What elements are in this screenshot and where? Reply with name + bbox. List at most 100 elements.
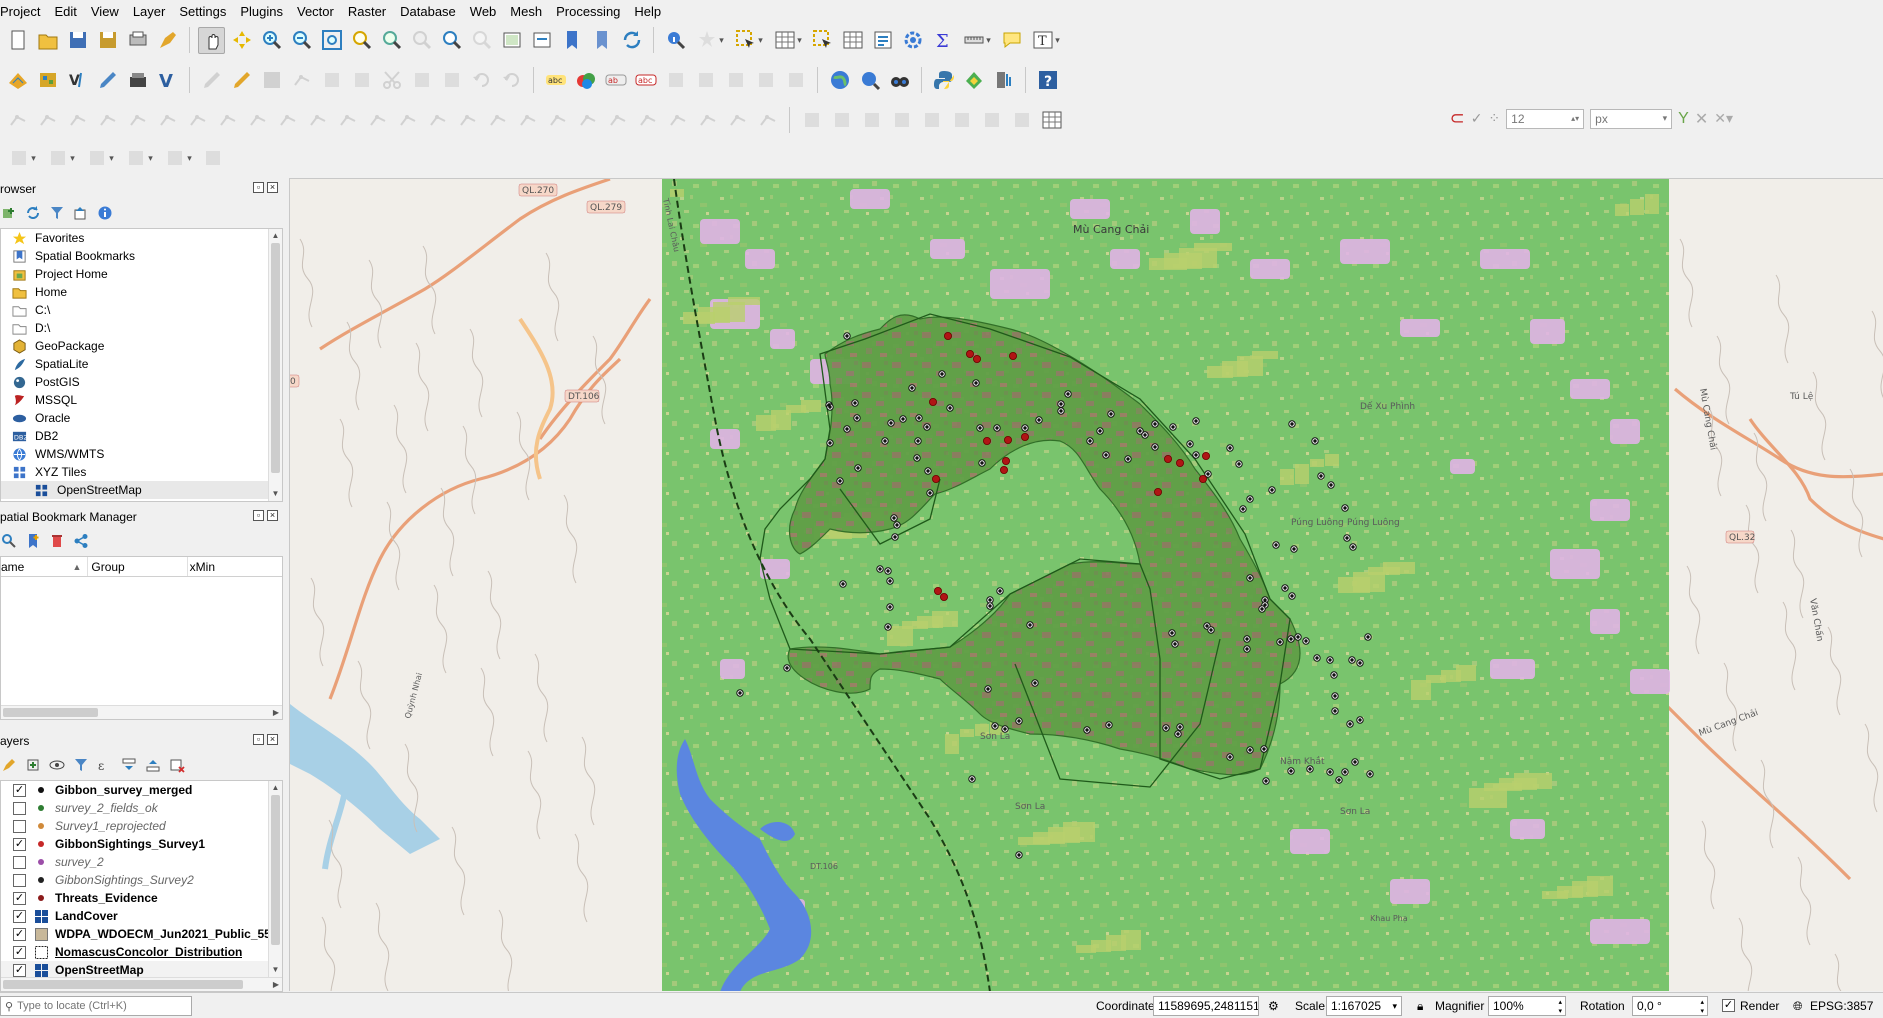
shape-digitize-3-icon[interactable] [888, 107, 915, 134]
edit-tool-1-icon[interactable] [228, 67, 255, 94]
bookmark-h-scrollbar[interactable]: ▶ [1, 705, 282, 719]
layer-item[interactable]: Survey1_reprojected [1, 817, 282, 835]
shape-tool-3-icon[interactable] [121, 145, 157, 172]
layer-item[interactable]: ✓ WDPA_WDOECM_Jun2021_Public_555 [1, 925, 282, 943]
shape-digitize-7-icon[interactable] [1008, 107, 1035, 134]
browser-item[interactable]: Spatial Bookmarks [1, 247, 282, 265]
open-project-icon[interactable] [34, 27, 61, 54]
snap-units-select[interactable]: px ▾ [1590, 108, 1673, 129]
open-attribute-table-icon[interactable] [770, 27, 806, 54]
edit-tool-3-icon[interactable] [288, 67, 315, 94]
refresh-icon[interactable] [24, 205, 41, 222]
magnifier-input[interactable]: 100% ▴ ▾ [1488, 996, 1566, 1016]
zoom-last-icon[interactable] [438, 27, 465, 54]
advanced-digitizing-8-icon[interactable] [244, 107, 271, 134]
pan-to-selection-icon[interactable] [228, 27, 255, 54]
new-map-view-icon[interactable] [498, 27, 525, 54]
advanced-digitizing-21-icon[interactable] [634, 107, 661, 134]
edit-tool-2-icon[interactable] [258, 67, 285, 94]
browser-item[interactable]: GeoPackage [1, 337, 282, 355]
qgis-plugin-icon[interactable] [960, 67, 987, 94]
new-bookmark-icon[interactable] [24, 533, 41, 550]
shape-tool-0-icon[interactable] [4, 145, 40, 172]
zoom-in-icon[interactable] [258, 27, 285, 54]
advanced-digitizing-5-icon[interactable] [154, 107, 181, 134]
scroll-thumb[interactable] [271, 243, 280, 473]
attribute-table-icon[interactable] [839, 27, 866, 54]
shape-tool-4-icon[interactable] [160, 145, 196, 172]
advanced-digitizing-20-icon[interactable] [604, 107, 631, 134]
pin-labels-icon[interactable]: ab [602, 67, 629, 94]
zoom-selection-icon[interactable] [348, 27, 375, 54]
add-delimited-icon[interactable]: V [64, 67, 91, 94]
layer-visibility-checkbox[interactable]: ✓ [13, 963, 26, 977]
layer-visibility-checkbox[interactable]: ✓ [13, 783, 26, 797]
pan-map-icon[interactable] [198, 26, 225, 54]
share-bookmarks-icon[interactable] [72, 533, 89, 550]
collapse-all-icon[interactable] [144, 757, 161, 774]
openlayers-binoculars-icon[interactable] [886, 67, 913, 94]
layer-diagram-icon[interactable] [572, 67, 599, 94]
zoom-to-bookmark-icon[interactable] [0, 533, 17, 550]
layer-item[interactable]: ✓ NomascusConcolor_Distribution [1, 943, 282, 961]
render-checkbox[interactable]: ✓ [1722, 997, 1739, 1012]
scroll-down-arrow[interactable]: ▼ [269, 963, 282, 977]
shape-digitize-1-icon[interactable] [828, 107, 855, 134]
tracing-icon[interactable]: Y [1678, 110, 1689, 128]
edit-tool-5-icon[interactable] [348, 67, 375, 94]
advanced-digitizing-2-icon[interactable] [64, 107, 91, 134]
advanced-digitizing-13-icon[interactable] [394, 107, 421, 134]
browser-item[interactable]: MSSQL [1, 391, 282, 409]
advanced-digitizing-25-icon[interactable] [754, 107, 781, 134]
collapse-all-icon[interactable] [72, 205, 89, 222]
close-panel-button[interactable]: × [267, 182, 278, 193]
advanced-digitizing-24-icon[interactable] [724, 107, 751, 134]
edit-tool-8-icon[interactable] [438, 67, 465, 94]
filter-expression-icon[interactable]: ε [96, 757, 113, 774]
close-panel-button[interactable]: × [267, 510, 278, 521]
advanced-digitizing-17-icon[interactable] [514, 107, 541, 134]
zoom-next-icon[interactable] [468, 27, 495, 54]
browser-item[interactable]: Oracle [1, 409, 282, 427]
advanced-digitizing-23-icon[interactable] [694, 107, 721, 134]
float-panel-button[interactable]: ▫ [253, 510, 264, 521]
zoom-full-icon[interactable] [318, 27, 345, 54]
browser-item[interactable]: D:\ [1, 319, 282, 337]
edit-tool-9-icon[interactable] [468, 67, 495, 94]
browser-item[interactable]: Project Home [1, 265, 282, 283]
scroll-up-arrow[interactable]: ▲ [269, 229, 282, 243]
float-panel-button[interactable]: ▫ [253, 182, 264, 193]
metasearch-icon[interactable] [990, 67, 1017, 94]
openlayers-earth-icon[interactable] [826, 67, 853, 94]
coordinate-field[interactable]: 11589695,2481151 [1153, 996, 1259, 1016]
zoom-native-icon[interactable] [408, 27, 435, 54]
properties-info-icon[interactable] [96, 205, 113, 222]
edit-tool-7-icon[interactable] [408, 67, 435, 94]
identify-features-icon[interactable] [662, 27, 689, 54]
browser-item[interactable]: Favorites [1, 229, 282, 247]
advanced-digitizing-18-icon[interactable] [544, 107, 571, 134]
layer-visibility-checkbox[interactable] [13, 819, 26, 833]
edit-tool-10-icon[interactable] [498, 67, 525, 94]
manage-themes-icon[interactable] [48, 757, 65, 774]
layer-item[interactable]: GibbonSightings_Survey2 [1, 871, 282, 889]
shape-digitize-6-icon[interactable] [978, 107, 1005, 134]
label-tool-1-icon[interactable] [692, 67, 719, 94]
advanced-digitizing-10-icon[interactable] [304, 107, 331, 134]
browser-item[interactable]: PostGIS [1, 373, 282, 391]
locator-input[interactable] [17, 1000, 188, 1012]
temporal-icon[interactable] [528, 27, 555, 54]
add-group-icon[interactable] [24, 757, 41, 774]
shape-tool-5-icon[interactable] [199, 145, 226, 172]
scroll-up-arrow[interactable]: ▲ [269, 781, 282, 795]
new-project-icon[interactable] [4, 27, 31, 54]
add-virtual-icon[interactable]: V [154, 67, 181, 94]
map-canvas[interactable]: QL.270 QL.279 DT.106 0 QL.32 Mù Cang Chải Mù C… [289, 178, 1883, 991]
advanced-digitizing-16-icon[interactable] [484, 107, 511, 134]
lock-icon[interactable]: 🔒︎ [1417, 999, 1423, 1014]
measure-line-icon[interactable] [959, 27, 995, 54]
layer-item[interactable]: survey_2 [1, 853, 282, 871]
advanced-digitizing-14-icon[interactable] [424, 107, 451, 134]
layer-item[interactable]: ✓ Gibbon_survey_merged [1, 781, 282, 799]
filter-icon[interactable] [48, 205, 65, 222]
